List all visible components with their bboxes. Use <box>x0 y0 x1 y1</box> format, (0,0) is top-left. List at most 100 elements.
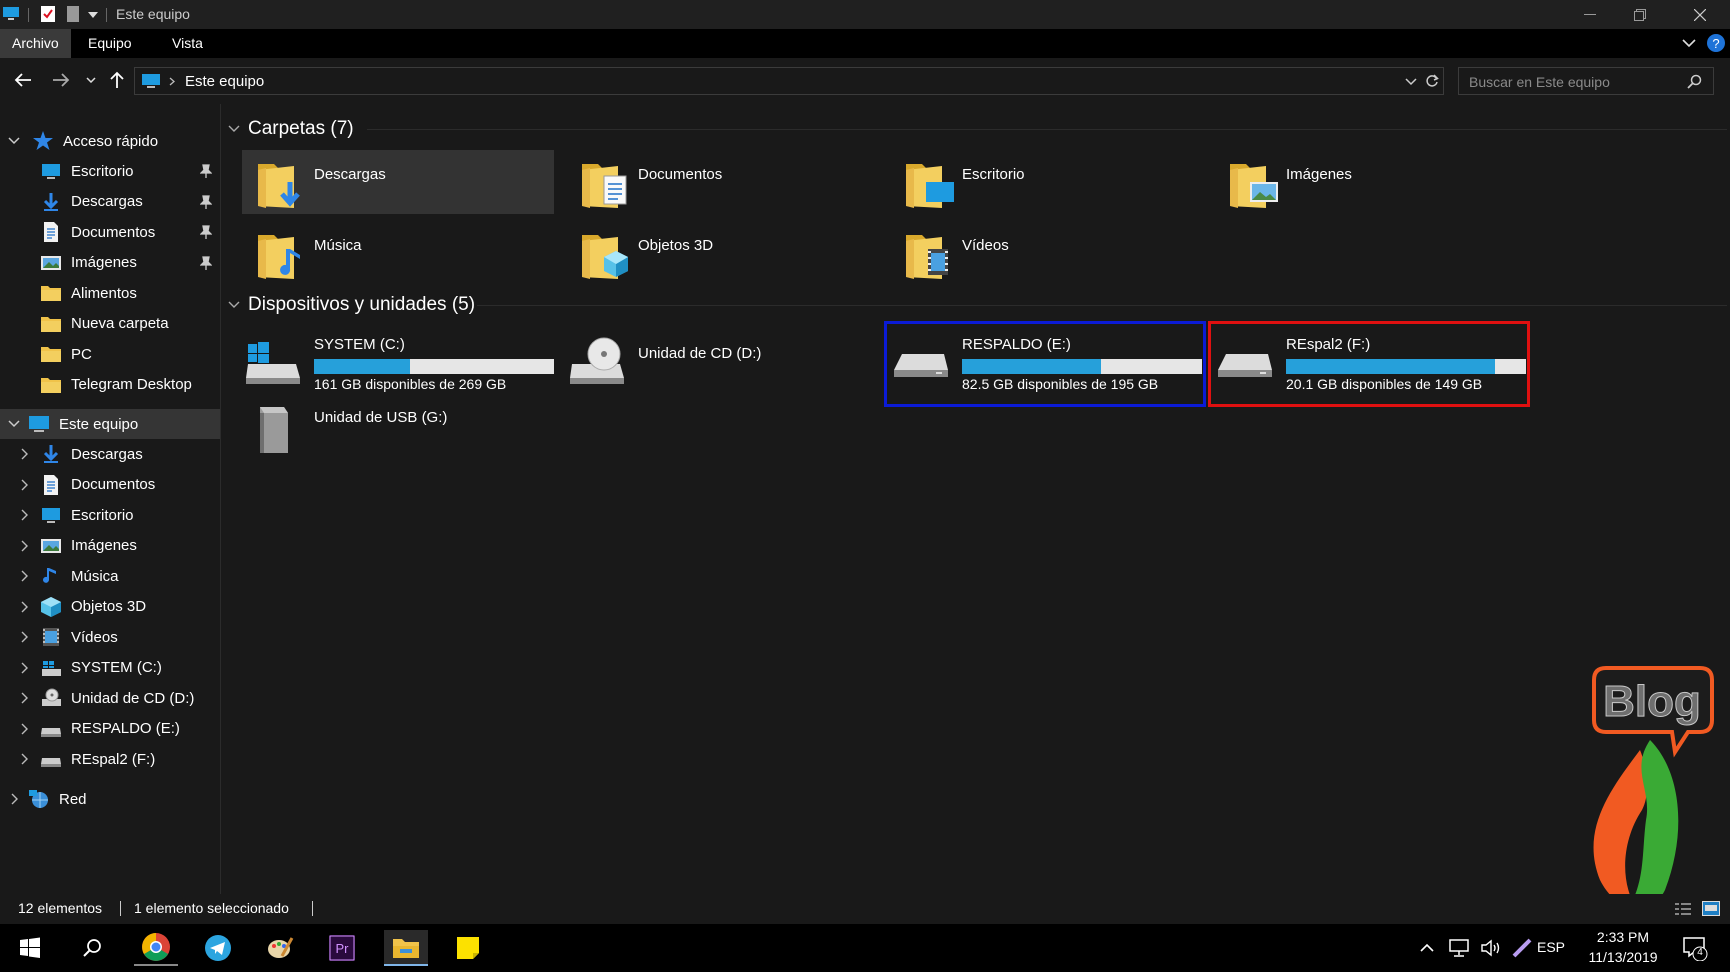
address-bar[interactable]: Este equipo <box>134 67 1444 95</box>
drive-tile[interactable]: REspal2 (F:) 20.1 GB disponibles de 149 G… <box>1208 321 1530 407</box>
nav-quick-item[interactable]: Escritorio <box>0 156 220 186</box>
nav-pc-item[interactable]: Objetos 3D <box>0 592 220 622</box>
clock-date[interactable]: 11/13/2019 <box>1584 949 1662 965</box>
nav-quick-item[interactable]: Imágenes <box>0 248 220 278</box>
new-folder-icon[interactable] <box>66 5 80 23</box>
nav-quick-item[interactable]: Alimentos <box>0 278 220 308</box>
nav-pc-item[interactable]: Música <box>0 561 220 591</box>
nav-quick-item[interactable]: Descargas <box>0 187 220 217</box>
help-icon[interactable]: ? <box>1706 33 1726 53</box>
pin-icon[interactable] <box>200 164 212 178</box>
folder-tile[interactable]: Música <box>242 221 554 285</box>
nav-pc-item[interactable]: RESPALDO (E:) <box>0 714 220 744</box>
restore-button[interactable] <box>1620 0 1660 29</box>
close-button[interactable] <box>1680 0 1720 29</box>
collapse-chevron-icon[interactable] <box>18 509 30 521</box>
collapse-chevron-icon[interactable] <box>18 570 30 582</box>
collapse-chevron-icon[interactable] <box>8 793 20 805</box>
expand-ribbon-icon[interactable] <box>1682 39 1696 48</box>
nav-quick-item[interactable]: Documentos <box>0 217 220 247</box>
refresh-icon[interactable] <box>1425 74 1439 88</box>
pen-workspace-icon[interactable] <box>1512 938 1532 958</box>
collapse-chevron-icon[interactable] <box>18 723 30 735</box>
language-indicator[interactable]: ESP <box>1537 939 1565 955</box>
devices-group-header[interactable]: Dispositivos y unidades (5) <box>228 294 475 316</box>
collapse-chevron-icon[interactable] <box>18 448 30 460</box>
restore-icon <box>1634 8 1646 21</box>
nav-pc-item[interactable]: Imágenes <box>0 531 220 561</box>
system-drive-icon <box>42 660 61 676</box>
start-button[interactable] <box>8 930 52 966</box>
folder-tile[interactable]: Vídeos <box>890 221 1202 285</box>
pin-icon[interactable] <box>200 194 212 209</box>
nav-pc-item[interactable]: REspal2 (F:) <box>0 744 220 774</box>
customize-toolbar-icon[interactable] <box>88 12 98 18</box>
nav-network[interactable]: Red <box>0 784 220 814</box>
collapse-chevron-icon[interactable] <box>18 692 30 704</box>
drive-tile[interactable]: SYSTEM (C:) 161 GB disponibles de 269 GB <box>244 328 556 400</box>
action-center-button[interactable]: 4 <box>1682 935 1708 961</box>
show-hidden-icons-icon[interactable] <box>1420 943 1434 952</box>
nav-quick-access[interactable]: Acceso rápido <box>0 126 220 156</box>
taskbar-paint[interactable] <box>258 930 302 966</box>
drive-tile[interactable]: Unidad de USB (G:) <box>244 401 556 473</box>
nav-this-pc[interactable]: Este equipo <box>0 409 220 439</box>
pin-icon[interactable] <box>200 225 212 239</box>
recent-locations-icon[interactable] <box>86 77 96 83</box>
address-dropdown-icon[interactable] <box>1405 78 1417 86</box>
collapse-chevron-icon[interactable] <box>18 662 30 674</box>
forward-arrow-icon[interactable] <box>52 73 70 87</box>
collapse-chevron-icon[interactable] <box>18 540 30 552</box>
taskbar-search-button[interactable] <box>70 930 114 966</box>
up-arrow-icon[interactable] <box>110 71 124 89</box>
nav-quick-item[interactable]: Nueva carpeta <box>0 309 220 339</box>
nav-pc-item[interactable]: Descargas <box>0 439 220 469</box>
nav-pc-item[interactable]: Vídeos <box>0 622 220 652</box>
nav-quick-item[interactable]: PC <box>0 339 220 369</box>
folder-tile[interactable]: Documentos <box>566 150 878 214</box>
nav-item-label: Documentos <box>71 223 156 241</box>
nav-pc-item[interactable]: SYSTEM (C:) <box>0 653 220 683</box>
network-icon[interactable] <box>1448 939 1470 957</box>
details-view-icon[interactable] <box>1674 902 1692 916</box>
folders-group-header[interactable]: Carpetas (7) <box>228 118 354 140</box>
pin-icon[interactable] <box>200 255 212 270</box>
breadcrumb[interactable]: Este equipo <box>185 73 264 90</box>
collapse-chevron-icon[interactable] <box>18 479 30 491</box>
expand-chevron-icon[interactable] <box>8 135 20 147</box>
nav-quick-item[interactable]: Telegram Desktop <box>0 370 220 400</box>
taskbar-chrome[interactable] <box>134 930 178 966</box>
search-input[interactable]: Buscar en Este equipo <box>1458 67 1714 95</box>
clock-time[interactable]: 2:33 PM <box>1590 929 1656 945</box>
pane-divider[interactable] <box>220 104 221 894</box>
taskbar-telegram[interactable] <box>196 930 240 966</box>
nav-pc-item[interactable]: Escritorio <box>0 500 220 530</box>
folder-tile[interactable]: Objetos 3D <box>566 221 878 285</box>
taskbar-file-explorer[interactable] <box>384 930 428 966</box>
folder-tile[interactable]: Imágenes <box>1214 150 1526 214</box>
back-arrow-icon[interactable] <box>14 73 32 87</box>
expand-chevron-icon[interactable] <box>8 418 20 430</box>
minimize-button[interactable] <box>1570 0 1610 29</box>
nav-pc-item[interactable]: Unidad de CD (D:) <box>0 683 220 713</box>
svg-text:?: ? <box>1712 36 1719 51</box>
drive-tile[interactable]: Unidad de CD (D:) <box>568 328 880 400</box>
drive-tile[interactable]: RESPALDO (E:) 82.5 GB disponibles de 195 … <box>884 321 1206 407</box>
folder-tile[interactable]: Escritorio <box>890 150 1202 214</box>
nav-pc-item[interactable]: Documentos <box>0 470 220 500</box>
properties-icon[interactable] <box>40 5 56 23</box>
tab-equipo[interactable]: Equipo <box>76 29 144 58</box>
volume-icon[interactable] <box>1480 938 1502 958</box>
tab-vista[interactable]: Vista <box>160 29 215 58</box>
collapse-chevron-icon[interactable] <box>18 753 30 765</box>
collapse-chevron-icon[interactable] <box>18 601 30 613</box>
taskbar-premiere[interactable]: Pr <box>320 930 364 966</box>
tab-archivo[interactable]: Archivo <box>0 29 71 58</box>
ribbon: Archivo Equipo Vista ? <box>0 29 1730 58</box>
large-icons-view-icon[interactable] <box>1702 901 1720 916</box>
taskbar-sticky-notes[interactable] <box>446 930 490 966</box>
folder-tile[interactable]: Descargas <box>242 150 554 214</box>
search-icon[interactable] <box>1687 74 1702 89</box>
nav-item-label: Escritorio <box>71 162 134 180</box>
collapse-chevron-icon[interactable] <box>18 631 30 643</box>
